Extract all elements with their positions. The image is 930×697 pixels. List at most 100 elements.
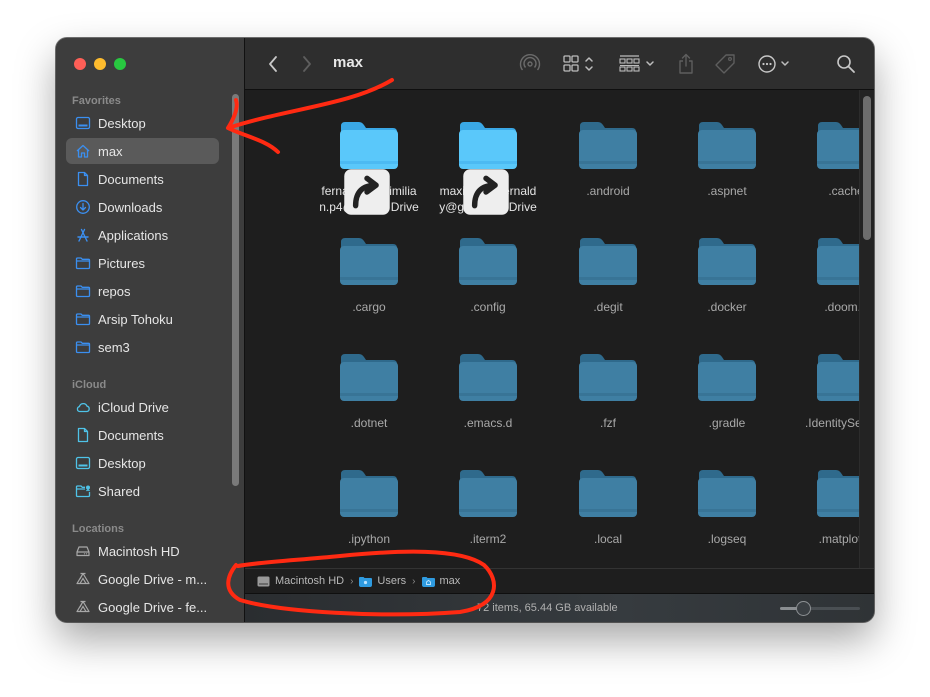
slider-knob[interactable]	[796, 601, 812, 616]
sidebar-item-downloads[interactable]: Downloads	[66, 194, 219, 220]
airdrop-button[interactable]	[517, 51, 543, 77]
status-bar: 72 items, 65.44 GB available	[245, 594, 874, 622]
sidebar-item-icloud-drive[interactable]: iCloud Drive	[66, 394, 219, 420]
folder-name: .emacs.d	[429, 415, 547, 431]
sidebar-item-applications[interactable]: Applications	[66, 222, 219, 248]
sidebar-item-documents[interactable]: Documents	[66, 166, 219, 192]
folder-name: .gradle	[668, 415, 786, 431]
alias-folder-icon	[458, 120, 518, 215]
shared-folder-icon	[74, 482, 92, 500]
group-by-icon	[619, 55, 654, 72]
folder-name: .ipython	[310, 531, 428, 547]
back-button[interactable]	[263, 51, 283, 77]
sidebar-item-sem3[interactable]: sem3	[66, 334, 219, 360]
folder-item[interactable]: .emacs.d	[429, 322, 547, 438]
sidebar-item-label: max	[98, 143, 123, 159]
folder-name: .logseq	[668, 531, 786, 547]
folder-name-line: .ipython	[347, 532, 391, 546]
folder-icon	[697, 236, 757, 286]
sidebar-section-locations: Locations	[72, 523, 124, 535]
sidebar-item-label: iCloud Drive	[98, 399, 169, 415]
sidebar-item-google-drive-m[interactable]: Google Drive - m...	[66, 566, 219, 592]
folder-item[interactable]: .aspnet	[668, 90, 786, 206]
breadcrumb-label: Macintosh HD	[275, 575, 345, 587]
folder-item[interactable]: .fzf	[549, 322, 667, 438]
sidebar-item-desktop[interactable]: Desktop	[66, 110, 219, 136]
document-icon	[74, 426, 92, 444]
sidebar-item-arsip-tohoku[interactable]: Arsip Tohoku	[66, 306, 219, 332]
folder-icon	[74, 254, 92, 272]
folder-item[interactable]: .local	[549, 438, 667, 554]
folder-icon	[697, 120, 757, 170]
airdrop-icon	[519, 54, 541, 71]
folder-item[interactable]: .degit	[549, 206, 667, 322]
folder-item[interactable]: .dotnet	[310, 322, 428, 438]
google-drive-icon	[74, 598, 92, 616]
toolbar: max	[245, 38, 874, 90]
sidebar-item-macintosh-hd[interactable]: Macintosh HD	[66, 538, 219, 564]
tag-icon	[715, 54, 735, 74]
breadcrumb-users[interactable]: Users	[359, 575, 406, 587]
sidebar-scrollbar[interactable]	[232, 94, 239, 486]
group-by-button[interactable]	[619, 51, 659, 77]
breadcrumb-max[interactable]: max	[421, 575, 461, 587]
view-mode-button[interactable]	[563, 51, 599, 77]
share-button[interactable]	[675, 51, 697, 77]
icon-size-slider[interactable]	[780, 601, 860, 616]
sidebar-item-google-drive-fe[interactable]: Google Drive - fe...	[66, 594, 219, 620]
folder-item[interactable]: maximilian.fernaldy@gmail...le Drive	[429, 90, 547, 215]
disk-icon	[74, 542, 92, 560]
tag-button[interactable]	[713, 51, 737, 77]
folder-item[interactable]: .android	[549, 90, 667, 206]
folder-icon	[578, 120, 638, 170]
sidebar-item-label: repos	[98, 283, 131, 299]
folder-item[interactable]: .docker	[668, 206, 786, 322]
desktop-icon	[74, 114, 92, 132]
file-browser: fernaldy.maximilian.p4@d...gle Drive max…	[245, 90, 874, 568]
zoom-button[interactable]	[114, 58, 126, 70]
folder-name-line: .gradle	[708, 416, 746, 430]
finder-window: Favorites Desktop max Documents Downloads App…	[56, 38, 874, 622]
more-actions-button[interactable]	[757, 51, 795, 77]
breadcrumb-macintosh-hd[interactable]: Macintosh HD	[257, 575, 344, 587]
sidebar-item-shared[interactable]: Shared	[66, 478, 219, 504]
sidebar-item-documents[interactable]: Documents	[66, 422, 219, 448]
breadcrumb-label: max	[439, 575, 461, 587]
sidebar-item-label: Google Drive - fe...	[98, 599, 208, 615]
forward-button[interactable]	[297, 51, 317, 77]
sidebar-item-label: Pictures	[98, 255, 145, 271]
folder-item[interactable]: fernaldy.maximilian.p4@d...gle Drive	[310, 90, 428, 215]
folder-icon	[339, 468, 399, 518]
folder-name: .iterm2	[429, 531, 547, 547]
minimize-button[interactable]	[94, 58, 106, 70]
google-drive-icon	[74, 570, 92, 588]
chevron-left-icon	[269, 56, 277, 72]
sidebar-item-label: Documents	[98, 171, 164, 187]
breadcrumb-separator: ›	[350, 575, 354, 587]
folder-icon	[458, 468, 518, 518]
sidebar-item-desktop[interactable]: Desktop	[66, 450, 219, 476]
folder-icon	[697, 352, 757, 402]
search-icon	[837, 55, 855, 73]
more-actions-icon	[758, 55, 789, 73]
window-controls	[74, 58, 126, 70]
folder-icon	[697, 468, 757, 518]
content-scrollbar-thumb[interactable]	[863, 96, 871, 240]
sidebar-item-max[interactable]: max	[66, 138, 219, 164]
folder-icon	[578, 352, 638, 402]
folder-item[interactable]: .cargo	[310, 206, 428, 322]
folder-item[interactable]: .logseq	[668, 438, 786, 554]
folder-item[interactable]: .iterm2	[429, 438, 547, 554]
search-button[interactable]	[835, 51, 857, 77]
content-scrollbar-track[interactable]	[859, 90, 874, 568]
folder-name-line: .emacs.d	[463, 416, 513, 430]
sidebar-item-label: Arsip Tohoku	[98, 311, 173, 327]
folder-item[interactable]: .gradle	[668, 322, 786, 438]
close-button[interactable]	[74, 58, 86, 70]
breadcrumb-label: Users	[377, 575, 407, 587]
folder-item[interactable]: .config	[429, 206, 547, 322]
sidebar-item-repos[interactable]: repos	[66, 278, 219, 304]
folder-item[interactable]: .ipython	[310, 438, 428, 554]
folder-name-line: .degit	[593, 300, 623, 314]
sidebar-item-pictures[interactable]: Pictures	[66, 250, 219, 276]
